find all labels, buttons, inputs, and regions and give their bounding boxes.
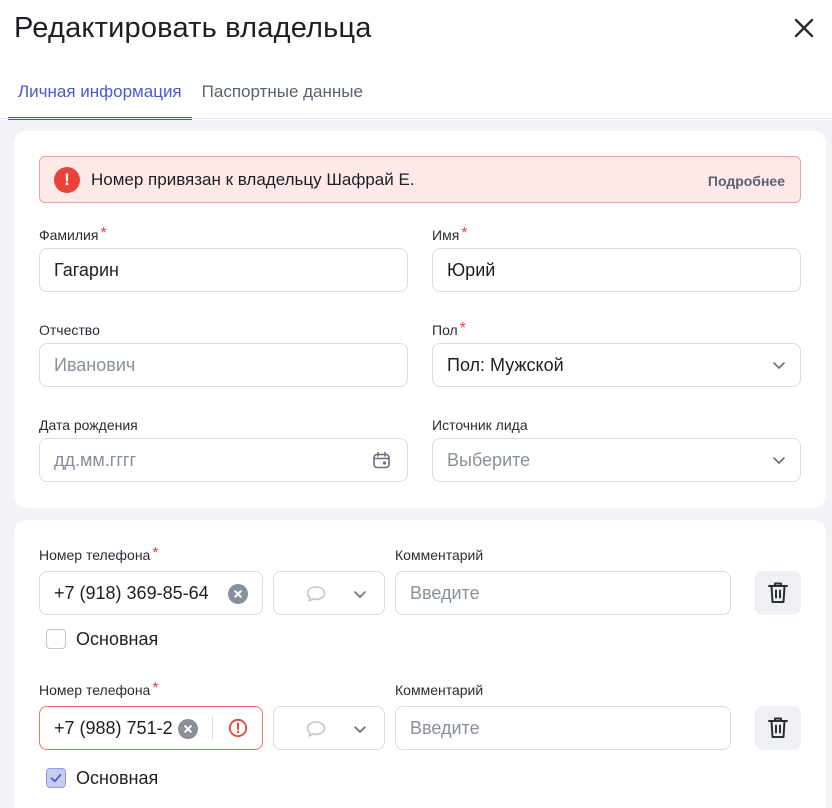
messenger-select[interactable] [273, 706, 385, 750]
comment-label: Комментарий [395, 547, 484, 563]
phone-label: Номер телефона * [39, 680, 159, 700]
last-name-label: Фамилия * [39, 225, 107, 245]
required-marker: * [100, 225, 107, 242]
first-name-label-text: Имя [432, 227, 460, 243]
dialog-title: Редактировать владельца [14, 12, 372, 44]
chevron-down-icon [354, 726, 366, 733]
trash-icon [768, 582, 788, 603]
first-name-input[interactable]: Юрий [432, 248, 801, 292]
duplicate-phone-alert: ! Номер привязан к владельцу Шафрай Е. П… [39, 156, 801, 203]
error-icon [228, 718, 248, 738]
required-marker: * [461, 225, 468, 242]
close-button[interactable] [788, 12, 820, 44]
tab-passport-data[interactable]: Паспортные данные [192, 74, 373, 120]
comment-input[interactable]: Введите [395, 706, 731, 750]
lead-source-label: Источник лида [432, 417, 528, 433]
chevron-down-icon [773, 362, 785, 369]
chat-bubble-icon [306, 586, 326, 602]
calendar-icon[interactable] [372, 451, 391, 470]
birth-date-placeholder: дд.мм.гггг [54, 450, 137, 470]
birth-date-input[interactable]: дд.мм.гггг [39, 438, 408, 482]
phones-card: Номер телефона * +7 (918) 369-85-64 Комме… [14, 520, 826, 808]
primary-phone-label: Основная [76, 629, 159, 649]
birth-date-label: Дата рождения [39, 417, 138, 433]
gender-label: Пол * [432, 320, 466, 340]
gender-select[interactable]: Пол: Мужской [432, 343, 801, 387]
middle-name-label: Отчество [39, 322, 100, 338]
middle-name-input[interactable]: Иванович [39, 343, 408, 387]
required-marker: * [459, 320, 466, 337]
last-name-label-text: Фамилия [39, 227, 99, 243]
chevron-down-icon [773, 457, 785, 464]
delete-phone-button[interactable] [755, 706, 801, 750]
comment-label: Комментарий [395, 682, 484, 698]
required-marker: * [152, 680, 159, 697]
lead-source-placeholder: Выберите [447, 450, 531, 470]
phone-input-value: +7 (988) 751-2 [54, 718, 173, 738]
phone-label: Номер телефона * [39, 545, 159, 565]
delete-phone-button[interactable] [755, 571, 801, 615]
gender-label-text: Пол [432, 322, 458, 338]
required-marker: * [152, 545, 159, 562]
last-name-input[interactable]: Гагарин [39, 248, 408, 292]
phone-label-text: Номер телефона [39, 547, 151, 563]
lead-source-select[interactable]: Выберите [432, 438, 801, 482]
messenger-select[interactable] [273, 571, 385, 615]
phone-input[interactable]: +7 (918) 369-85-64 [39, 571, 263, 615]
tab-personal-info[interactable]: Личная информация [8, 74, 192, 120]
first-name-label: Имя * [432, 225, 468, 245]
comment-input[interactable]: Введите [395, 571, 731, 615]
alert-details-link[interactable]: Подробнее [708, 173, 785, 189]
dialog-header: Редактировать владельца Личная информаци… [0, 0, 832, 120]
primary-phone-label: Основная [76, 768, 159, 788]
chat-bubble-icon [306, 721, 326, 737]
primary-phone-checkbox[interactable] [46, 629, 66, 649]
personal-info-card: ! Номер привязан к владельцу Шафрай Е. П… [14, 131, 826, 508]
clear-icon[interactable] [178, 719, 198, 739]
tabs-divider [0, 118, 832, 119]
trash-icon [768, 717, 788, 738]
phone-input[interactable]: +7 (988) 751-2 [39, 706, 263, 750]
checkmark-icon [50, 773, 62, 783]
primary-phone-checkbox[interactable] [46, 768, 66, 788]
clear-icon[interactable] [228, 584, 248, 604]
input-divider [212, 716, 213, 740]
phone-input-value: +7 (918) 369-85-64 [54, 583, 209, 603]
phone-label-text: Номер телефона [39, 682, 151, 698]
chevron-down-icon [354, 591, 366, 598]
alert-message: Номер привязан к владельцу Шафрай Е. [91, 170, 415, 189]
gender-select-value: Пол: Мужской [447, 355, 564, 375]
tab-bar: Личная информация Паспортные данные [8, 74, 373, 120]
alert-error-icon: ! [54, 167, 80, 193]
close-icon [794, 18, 814, 38]
